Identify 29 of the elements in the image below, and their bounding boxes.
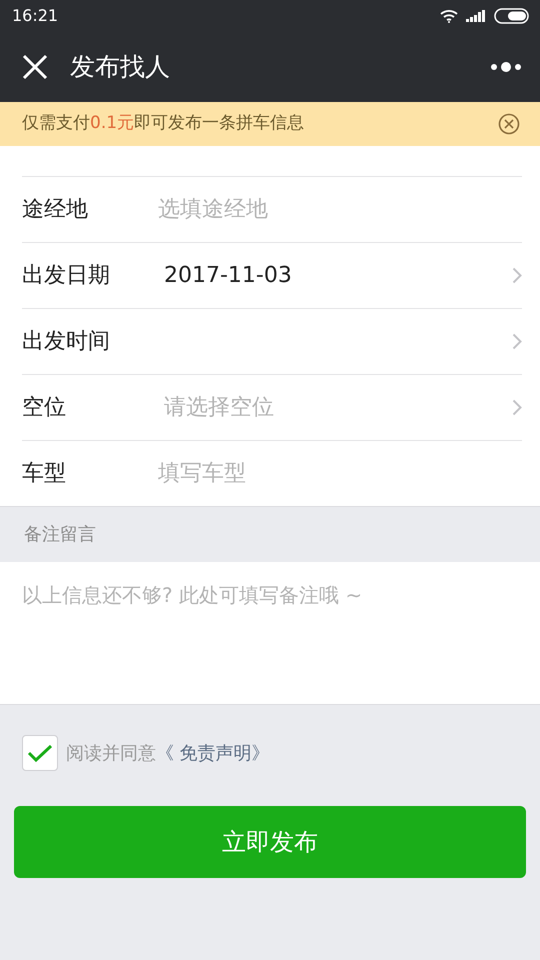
agree-checkbox[interactable] [22, 735, 58, 771]
chevron-right-icon[interactable] [512, 333, 522, 350]
picker-value[interactable]: 2017-11-03 [164, 259, 512, 292]
checkmark-icon [27, 743, 53, 763]
form-row[interactable]: 空位 请选择空位 [0, 374, 540, 440]
section-heading: 备注留言 [24, 523, 96, 547]
page-title: 发布找人 [70, 51, 171, 84]
signal-icon [466, 10, 486, 22]
more-icon[interactable] [490, 61, 522, 73]
field-label: 出发时间 [22, 328, 111, 356]
status-time: 16:21 [12, 5, 58, 27]
input-field[interactable]: 填写车型 [158, 457, 438, 490]
field-label: 空位 [22, 394, 67, 422]
field-label: 途经地 [22, 196, 89, 224]
form-row[interactable]: 途经地 选填途经地 [0, 176, 540, 242]
chevron-right-icon[interactable] [512, 399, 522, 416]
notice-text: 仅需支付0.1元即可发布一条拼车信息 [22, 112, 304, 136]
battery-icon [494, 8, 530, 24]
agreement-text: 阅读并同意《 免责声明》 [66, 742, 270, 766]
field-label: 出发日期 [22, 262, 111, 290]
disclaimer-link[interactable]: 《 免责声明》 [156, 742, 270, 764]
chevron-right-icon[interactable] [512, 267, 522, 284]
remarks-field[interactable]: 以上信息还不够? 此处可填写备注哦 ~ [0, 562, 540, 704]
input-field[interactable]: 选填途经地 [158, 193, 438, 226]
form-row[interactable]: 车型 填写车型 [0, 440, 540, 506]
form-row[interactable]: 出发日期 2017-11-03 [0, 242, 540, 308]
form-row[interactable]: 出发时间 [0, 308, 540, 374]
field-label: 车型 [22, 460, 67, 488]
wifi-icon [440, 9, 458, 23]
